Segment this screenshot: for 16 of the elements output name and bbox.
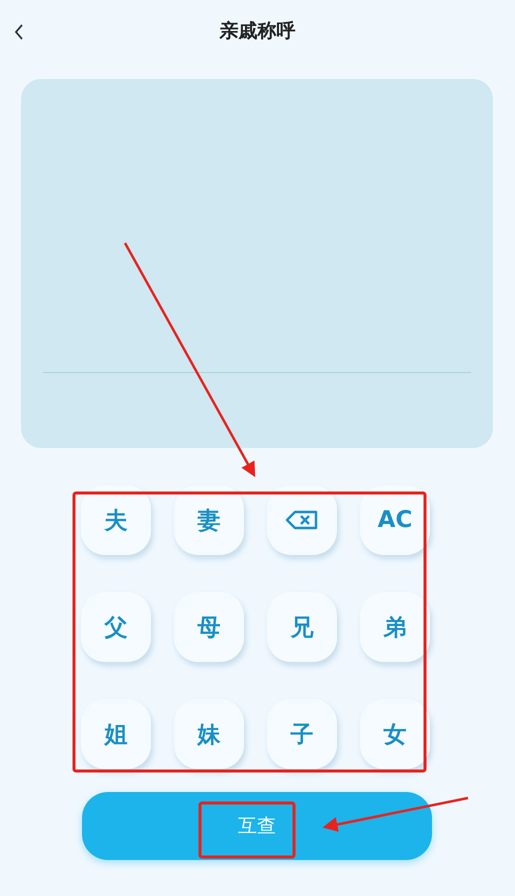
keypad-key[interactable]: 女: [360, 699, 430, 769]
backspace-icon: [285, 510, 319, 530]
keypad-key[interactable]: 妻: [174, 485, 244, 555]
keypad-key[interactable]: 母: [174, 592, 244, 662]
backspace-key[interactable]: [267, 485, 337, 555]
keypad-key[interactable]: AC: [360, 485, 430, 555]
keypad-key[interactable]: 弟: [360, 592, 430, 662]
lookup-button[interactable]: 互查: [82, 792, 432, 860]
keypad-key[interactable]: 夫: [81, 485, 151, 555]
keypad-key[interactable]: 子: [267, 699, 337, 769]
page-title: 亲戚称呼: [220, 19, 296, 44]
keypad-key[interactable]: 兄: [267, 592, 337, 662]
keypad-key[interactable]: 父: [81, 592, 151, 662]
keypad-key[interactable]: 姐: [81, 699, 151, 769]
keypad-key[interactable]: 妹: [174, 699, 244, 769]
back-icon[interactable]: [14, 24, 24, 40]
